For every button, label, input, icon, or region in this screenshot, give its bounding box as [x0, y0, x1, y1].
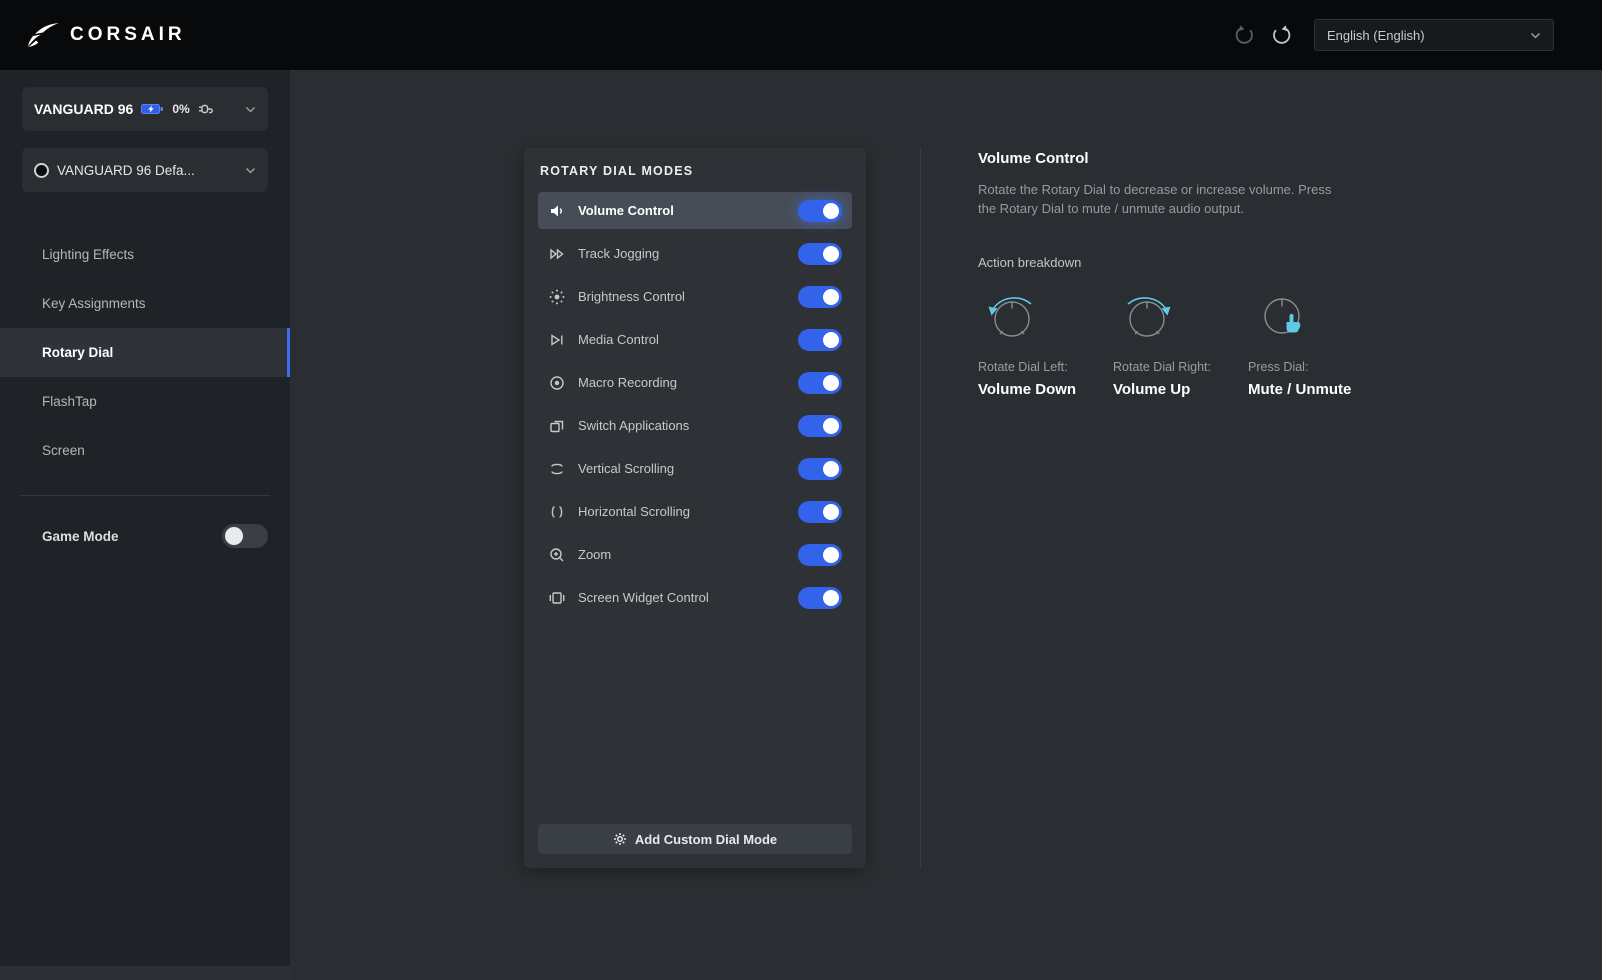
dial-mode-label: Media Control	[578, 332, 659, 347]
mode-detail-panel: Volume Control Rotate the Rotary Dial to…	[978, 150, 1458, 398]
sidebar-item-flashtap[interactable]: FlashTap	[0, 377, 290, 426]
dial-mode-label: Horizontal Scrolling	[578, 504, 690, 519]
sidebar: VANGUARD 96 0% VANGUARD 96 Defa...	[0, 70, 290, 980]
press-dial-icon	[1244, 284, 1383, 348]
dial-mode-row-track-jogging[interactable]: Track Jogging	[538, 235, 852, 272]
action-rotate-left: Rotate Dial Left: Volume Down	[978, 284, 1113, 398]
dial-mode-label: Switch Applications	[578, 418, 689, 433]
dial-mode-label: Track Jogging	[578, 246, 659, 261]
chevron-down-icon	[245, 167, 256, 174]
action-breakdown: Rotate Dial Left: Volume Down Rotate Dia…	[978, 284, 1458, 398]
dial-mode-label: Zoom	[578, 547, 611, 562]
dial-mode-row-brightness-control[interactable]: Brightness Control	[538, 278, 852, 315]
volume-icon	[548, 202, 566, 220]
sidebar-bottom-strip	[0, 966, 290, 980]
language-select[interactable]: English (English)	[1314, 19, 1554, 51]
detail-title: Volume Control	[978, 150, 1458, 167]
vertical-divider	[920, 148, 921, 868]
nav-item-label: FlashTap	[42, 394, 97, 409]
action-value: Volume Down	[978, 381, 1113, 398]
action-value: Mute / Unmute	[1248, 381, 1383, 398]
game-mode-row: Game Mode	[0, 516, 290, 556]
dial-mode-toggle[interactable]	[798, 415, 842, 437]
zoom-icon	[548, 546, 566, 564]
dial-mode-toggle[interactable]	[798, 372, 842, 394]
dial-mode-row-horizontal-scrolling[interactable]: Horizontal Scrolling	[538, 493, 852, 530]
game-mode-toggle[interactable]	[222, 524, 268, 548]
nav-item-label: Lighting Effects	[42, 247, 134, 262]
action-name: Press Dial:	[1248, 360, 1383, 374]
profile-selector[interactable]: VANGUARD 96 Defa...	[22, 148, 268, 192]
dial-mode-label: Brightness Control	[578, 289, 685, 304]
dial-mode-label: Macro Recording	[578, 375, 677, 390]
dial-mode-toggle[interactable]	[798, 587, 842, 609]
action-name: Rotate Dial Right:	[1113, 360, 1248, 374]
dial-mode-toggle[interactable]	[798, 200, 842, 222]
action-breakdown-label: Action breakdown	[978, 255, 1458, 270]
sidebar-item-key-assignments[interactable]: Key Assignments	[0, 279, 290, 328]
dial-mode-row-zoom[interactable]: Zoom	[538, 536, 852, 573]
dial-mode-row-switch-applications[interactable]: Switch Applications	[538, 407, 852, 444]
vertical-scroll-icon	[548, 460, 566, 478]
sidebar-item-rotary-dial[interactable]: Rotary Dial	[0, 328, 290, 377]
switch-apps-icon	[548, 417, 566, 435]
detail-description: Rotate the Rotary Dial to decrease or in…	[978, 181, 1350, 219]
dial-mode-toggle[interactable]	[798, 286, 842, 308]
redo-icon[interactable]	[1268, 21, 1296, 49]
app-header: CORSAIR English (English)	[0, 0, 1602, 70]
action-name: Rotate Dial Left:	[978, 360, 1113, 374]
horizontal-scroll-icon	[548, 503, 566, 521]
brightness-icon	[548, 288, 566, 306]
device-selector[interactable]: VANGUARD 96 0%	[22, 87, 268, 131]
chevron-down-icon	[245, 106, 256, 113]
corsair-logo-icon	[26, 22, 60, 48]
rotate-dial-right-icon	[1109, 284, 1248, 348]
dial-mode-row-volume-control[interactable]: Volume Control	[538, 192, 852, 229]
nav-item-label: Rotary Dial	[42, 345, 113, 360]
rotate-dial-left-icon	[974, 284, 1113, 348]
gear-plus-icon	[613, 832, 627, 846]
chevron-down-icon	[1530, 32, 1541, 39]
dial-mode-toggle[interactable]	[798, 458, 842, 480]
dial-mode-toggle[interactable]	[798, 501, 842, 523]
add-custom-dial-mode-button[interactable]: Add Custom Dial Mode	[538, 824, 852, 854]
dial-mode-toggle[interactable]	[798, 243, 842, 265]
device-name: VANGUARD 96	[34, 101, 133, 117]
game-mode-label: Game Mode	[42, 529, 119, 544]
dial-mode-row-screen-widget-control[interactable]: Screen Widget Control	[538, 579, 852, 616]
dial-mode-row-media-control[interactable]: Media Control	[538, 321, 852, 358]
battery-charging-icon	[141, 103, 164, 115]
rotary-dial-modes-panel: ROTARY DIAL MODES Volume Control Track J…	[524, 148, 866, 868]
nav-item-label: Screen	[42, 443, 85, 458]
add-custom-dial-mode-label: Add Custom Dial Mode	[635, 832, 777, 847]
screen-widget-icon	[548, 589, 566, 607]
profile-name: VANGUARD 96 Defa...	[57, 163, 195, 178]
sidebar-divider	[20, 495, 270, 496]
dial-mode-label: Vertical Scrolling	[578, 461, 674, 476]
plug-icon	[198, 103, 215, 115]
undo-icon[interactable]	[1230, 21, 1258, 49]
brand-wordmark: CORSAIR	[70, 24, 186, 46]
dial-mode-label: Screen Widget Control	[578, 590, 709, 605]
brand: CORSAIR	[26, 22, 186, 48]
language-select-value: English (English)	[1327, 28, 1425, 43]
action-press-dial: Press Dial: Mute / Unmute	[1248, 284, 1383, 398]
sidebar-item-lighting-effects[interactable]: Lighting Effects	[0, 230, 290, 279]
panel-title: ROTARY DIAL MODES	[540, 164, 850, 178]
dial-mode-label: Volume Control	[578, 203, 674, 218]
battery-percentage: 0%	[172, 102, 189, 116]
action-value: Volume Up	[1113, 381, 1248, 398]
track-jogging-icon	[548, 245, 566, 263]
media-play-pause-icon	[548, 331, 566, 349]
nav-item-label: Key Assignments	[42, 296, 146, 311]
dial-mode-toggle[interactable]	[798, 329, 842, 351]
record-icon	[548, 374, 566, 392]
dial-mode-row-macro-recording[interactable]: Macro Recording	[538, 364, 852, 401]
action-rotate-right: Rotate Dial Right: Volume Up	[1113, 284, 1248, 398]
dial-mode-toggle[interactable]	[798, 544, 842, 566]
sidebar-item-screen[interactable]: Screen	[0, 426, 290, 475]
profile-color-icon	[34, 163, 49, 178]
sidebar-nav: Lighting Effects Key Assignments Rotary …	[0, 230, 290, 475]
dial-mode-row-vertical-scrolling[interactable]: Vertical Scrolling	[538, 450, 852, 487]
